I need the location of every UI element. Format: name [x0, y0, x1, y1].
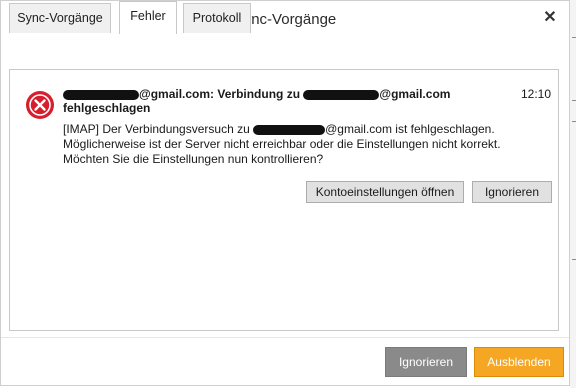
error-time: 12:10 — [521, 87, 552, 101]
close-button[interactable]: ✕ — [539, 7, 561, 29]
message-line3: Möchten Sie die Einstellungen nun kontro… — [63, 152, 324, 166]
redacted-email — [63, 89, 139, 100]
redacted-email — [303, 89, 380, 100]
message-line1-b: @gmail.com ist fehlgeschlagen. — [325, 122, 495, 136]
redacted-email — [253, 124, 326, 135]
headline-part3: fehlgeschlagen — [63, 101, 151, 115]
message-line2: Möglicherweise ist der Server nicht erre… — [63, 137, 501, 151]
message-line1-a: [IMAP] Der Verbindungsversuch zu — [63, 122, 254, 136]
sync-dialog: Sync-Vorgänge ✕ Sync-Vorgänge Fehler Pro… — [0, 0, 570, 386]
open-account-settings-button[interactable]: Kontoeinstellungen öffnen — [306, 181, 464, 203]
footer-ignore-button[interactable]: Ignorieren — [385, 347, 467, 377]
ignore-error-button[interactable]: Ignorieren — [472, 181, 552, 203]
error-x-icon — [26, 91, 54, 119]
footer-divider — [1, 337, 569, 338]
tab-protokoll[interactable]: Protokoll — [183, 3, 251, 33]
headline-part2: @gmail.com — [379, 87, 451, 101]
tab-sync-vorgaenge[interactable]: Sync-Vorgänge — [9, 3, 111, 33]
tab-fehler[interactable]: Fehler — [119, 1, 177, 34]
headline-part1: @gmail.com: Verbindung zu — [139, 87, 304, 101]
hide-button[interactable]: Ausblenden — [474, 347, 564, 377]
error-message: [IMAP] Der Verbindungsversuch zu @gmail.… — [63, 122, 513, 167]
error-headline: @gmail.com: Verbindung zu @gmail.com feh… — [63, 87, 463, 115]
background-window-edge — [570, 0, 576, 388]
